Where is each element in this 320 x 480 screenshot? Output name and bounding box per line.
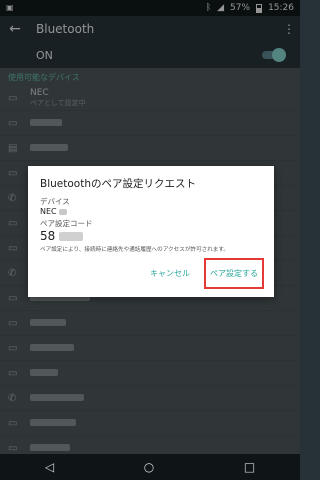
pairing-request-dialog: Bluetoothのペア設定リクエスト デバイス NEC ペア設定コード 58 … [28,166,274,297]
navigation-bar: ◁ ○ □ [0,454,300,480]
pairing-note: ペア設定により、接続時に連絡先や通話履歴へのアクセスが許可されます。 [40,247,230,253]
pairing-code-value: 58 [40,229,262,243]
pair-button[interactable]: ペア設定する [204,258,264,289]
pairing-code-label: ペア設定コード [40,219,93,228]
device-label: デバイス [40,197,70,206]
nav-recents-icon[interactable]: □ [244,460,255,474]
redacted-block [59,232,84,241]
dialog-actions: キャンセル ペア設定する [28,258,274,289]
nav-back-icon[interactable]: ◁ [45,460,54,474]
cancel-button[interactable]: キャンセル [150,268,190,279]
nav-home-icon[interactable]: ○ [144,460,154,474]
redacted-block [59,208,68,215]
pairing-code-text: 58 [40,229,56,243]
device-name-text: NEC [40,207,57,216]
device-value: NEC [40,207,262,217]
dialog-title: Bluetoothのペア設定リクエスト [40,178,196,190]
